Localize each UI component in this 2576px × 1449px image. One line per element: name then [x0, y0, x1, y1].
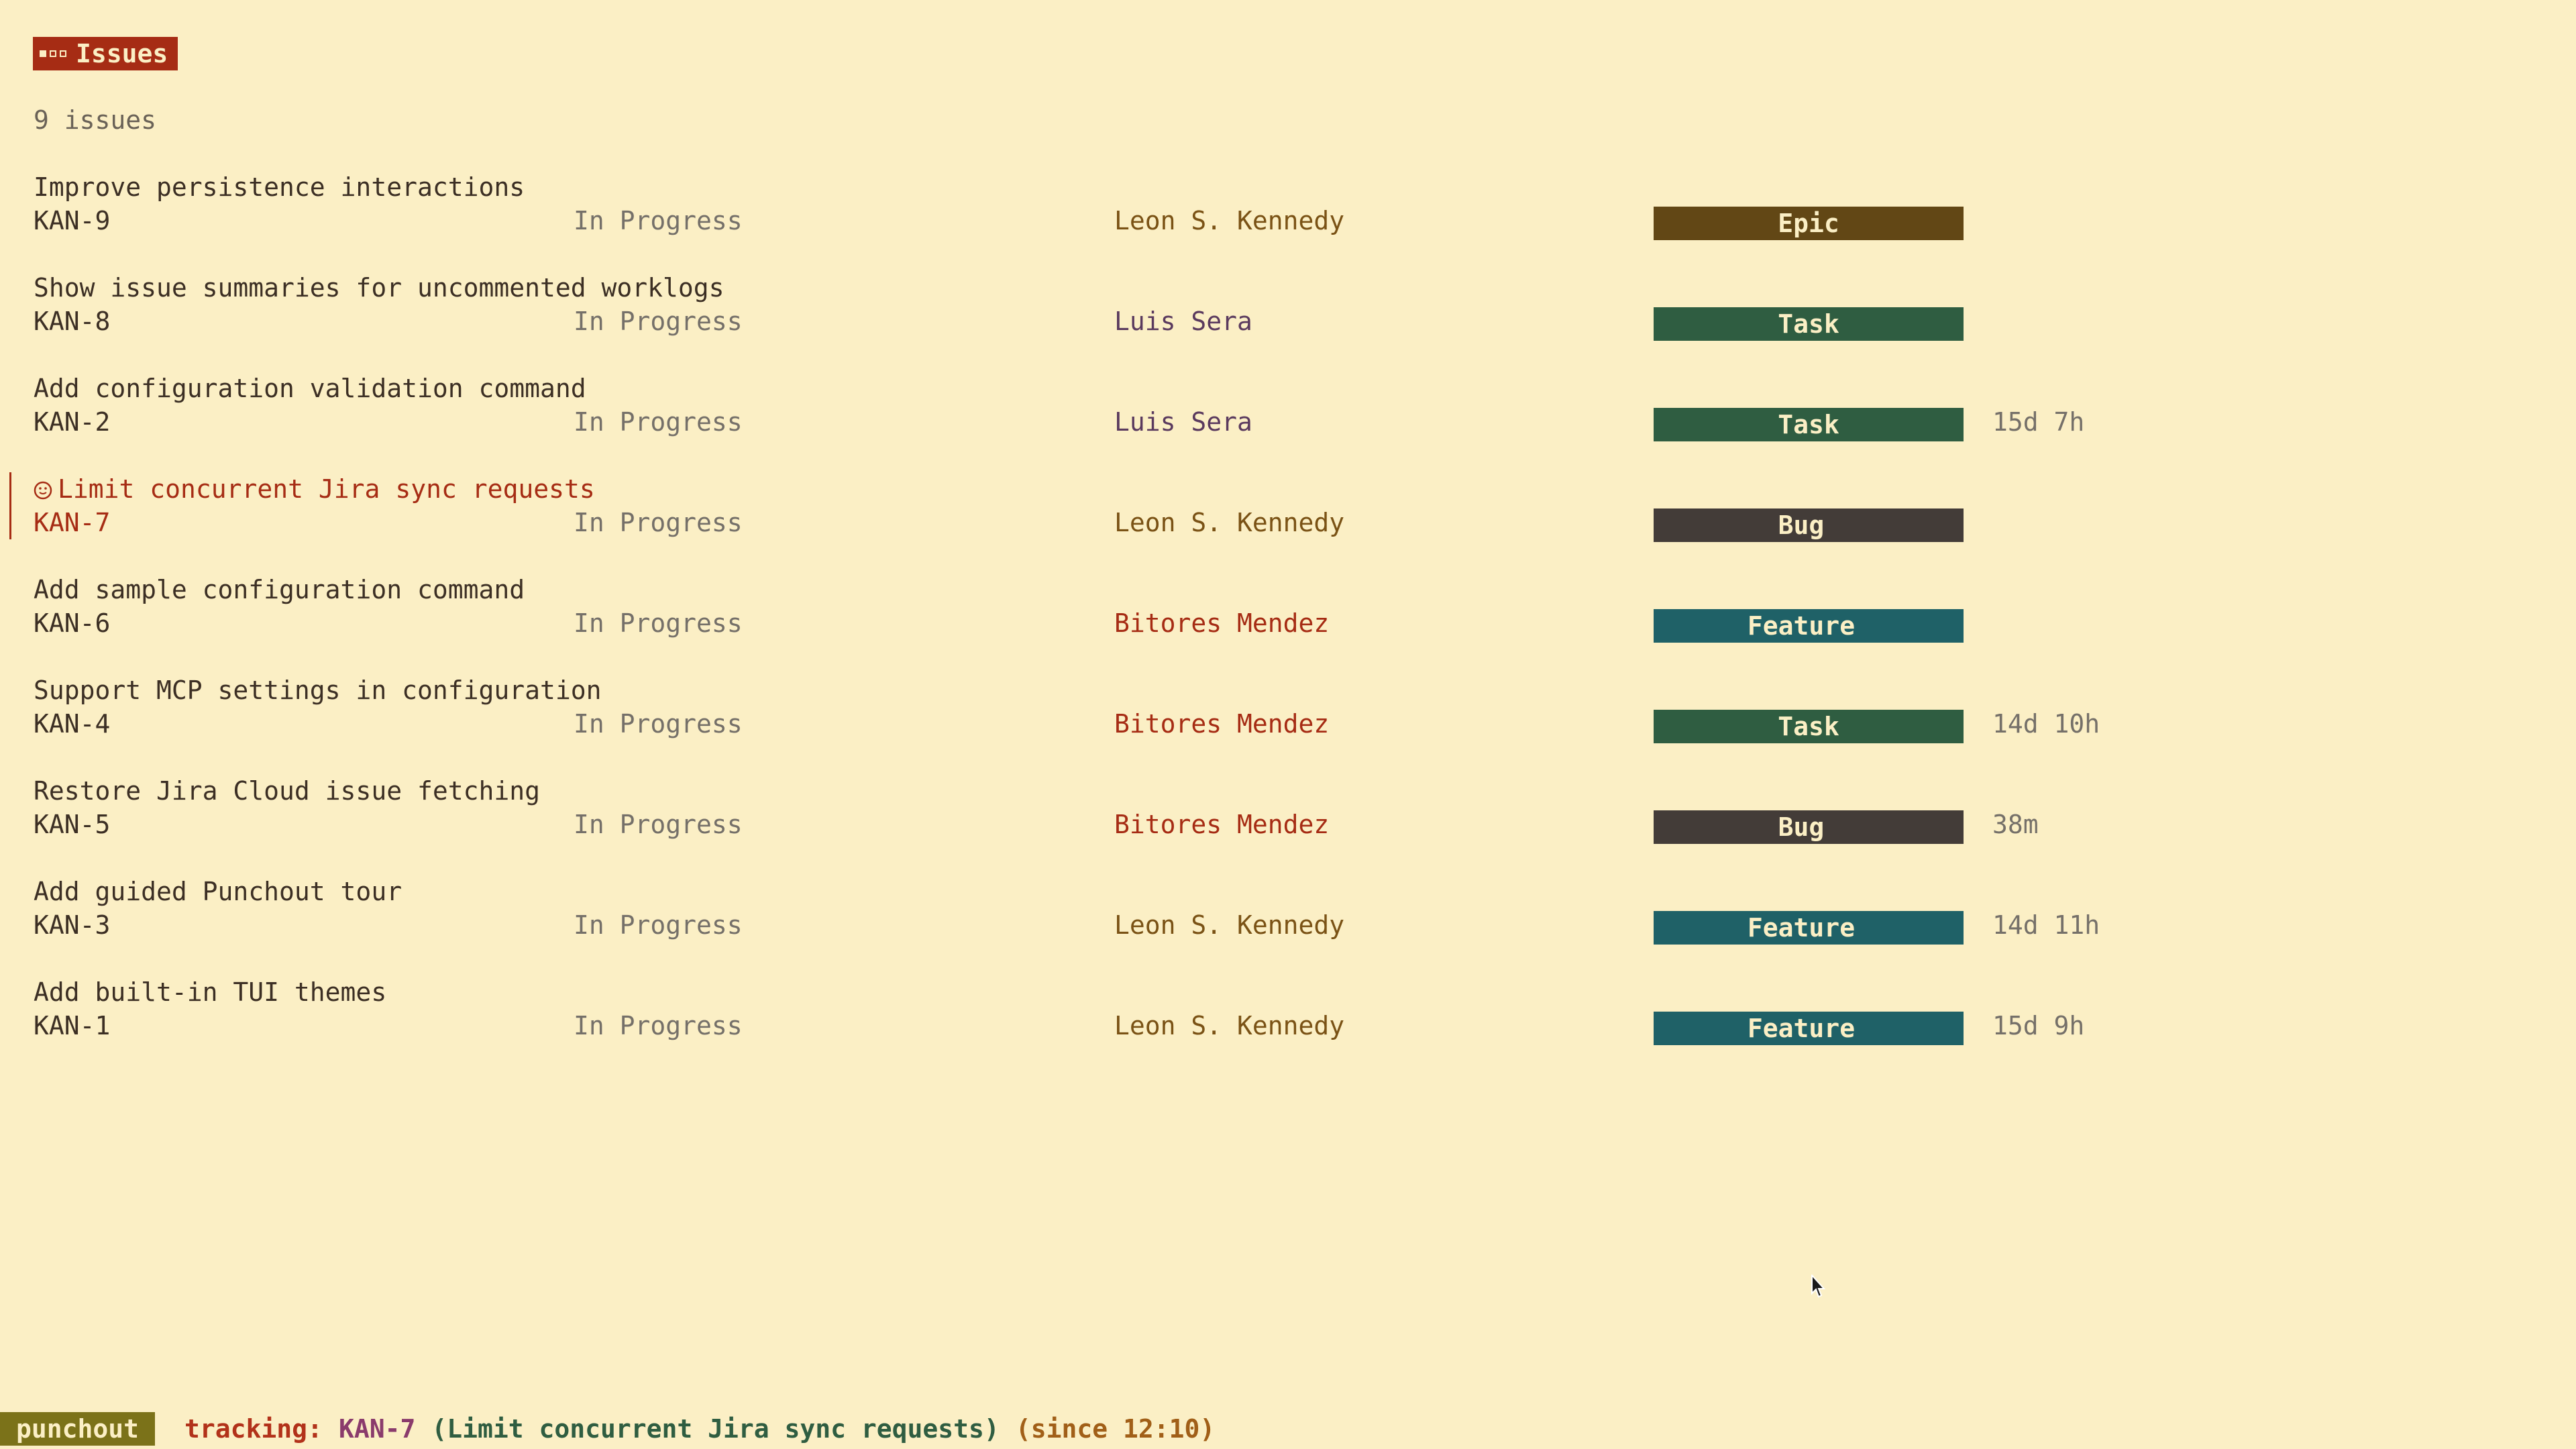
tracking-label: tracking: [184, 1414, 323, 1444]
issue-row[interactable]: Add sample configuration command KAN-6 I… [34, 573, 2247, 643]
issue-summary: Add sample configuration command [34, 575, 525, 604]
issue-summary: Add configuration validation command [34, 374, 586, 403]
issue-summary-line: Limit concurrent Jira sync requests [34, 472, 595, 506]
issue-key: KAN-4 [34, 709, 111, 739]
tracking-since: (since 12:10) [1015, 1414, 1216, 1444]
issue-summary: Add guided Punchout tour [34, 877, 402, 906]
issue-assignee: Luis Sera [1114, 307, 1252, 336]
issue-type-badge: Epic [1654, 207, 1964, 240]
list-view-icon [40, 50, 66, 57]
issue-status: In Progress [574, 810, 743, 839]
issue-status: In Progress [574, 508, 743, 537]
issue-summary: Improve persistence interactions [34, 172, 525, 202]
issue-summary: Limit concurrent Jira sync requests [58, 474, 595, 504]
issue-assignee: Bitores Mendez [1114, 608, 1330, 638]
page-title: Issues [76, 39, 168, 68]
issue-assignee: Leon S. Kennedy [1114, 1011, 1345, 1040]
issue-key: KAN-5 [34, 810, 111, 839]
issue-status: In Progress [574, 206, 743, 235]
issue-assignee: Leon S. Kennedy [1114, 206, 1345, 235]
issue-time-logged: 15d 9h [1992, 1011, 2085, 1040]
issue-status: In Progress [574, 1011, 743, 1040]
issue-type-badge: Task [1654, 408, 1964, 441]
issue-status: In Progress [574, 307, 743, 336]
issue-type-badge: Feature [1654, 911, 1964, 945]
issue-time-logged: 14d 11h [1992, 910, 2100, 940]
issue-type-badge: Bug [1654, 508, 1964, 542]
issue-assignee: Bitores Mendez [1114, 709, 1330, 739]
tracking-issue-summary: (Limit concurrent Jira sync requests) [431, 1414, 1000, 1444]
app-name-badge: punchout [0, 1412, 156, 1446]
issue-status: In Progress [574, 407, 743, 437]
issue-row[interactable]: Improve persistence interactions KAN-9 I… [34, 170, 2247, 240]
selection-indicator [9, 472, 11, 539]
status-bar: punchout tracking: KAN-7 (Limit concurre… [0, 1412, 2576, 1446]
issue-assignee: Leon S. Kennedy [1114, 910, 1345, 940]
issue-type-badge: Task [1654, 307, 1964, 341]
issue-key: KAN-2 [34, 407, 111, 437]
mouse-pointer-icon [1811, 1275, 1826, 1298]
issue-summary: Restore Jira Cloud issue fetching [34, 776, 540, 806]
issue-key: KAN-7 [34, 508, 111, 537]
issue-key: KAN-3 [34, 910, 111, 940]
issue-row[interactable]: Add configuration validation command KAN… [34, 372, 2247, 441]
tracking-issue-key: KAN-7 [338, 1414, 416, 1444]
issue-count: 9 issues [34, 105, 157, 135]
issue-row[interactable]: Restore Jira Cloud issue fetching KAN-5 … [34, 774, 2247, 844]
issue-row[interactable]: Show issue summaries for uncommented wor… [34, 271, 2247, 341]
issue-assignee: Luis Sera [1114, 407, 1252, 437]
issue-assignee: Leon S. Kennedy [1114, 508, 1345, 537]
tracking-icon [34, 481, 52, 500]
issue-type-badge: Bug [1654, 810, 1964, 844]
issue-key: KAN-8 [34, 307, 111, 336]
issue-key: KAN-1 [34, 1011, 111, 1040]
issue-type-badge: Feature [1654, 1012, 1964, 1045]
issue-time-logged: 14d 10h [1992, 709, 2100, 739]
issue-status: In Progress [574, 910, 743, 940]
issue-row[interactable]: Add guided Punchout tour KAN-3 In Progre… [34, 875, 2247, 945]
issue-time-logged: 38m [1992, 810, 2039, 839]
issue-summary: Show issue summaries for uncommented wor… [34, 273, 724, 303]
issues-title-tab: Issues [33, 37, 178, 70]
issue-type-badge: Feature [1654, 609, 1964, 643]
issue-status: In Progress [574, 709, 743, 739]
issue-time-logged: 15d 7h [1992, 407, 2085, 437]
issue-key: KAN-6 [34, 608, 111, 638]
issue-row[interactable]: Support MCP settings in configuration KA… [34, 674, 2247, 743]
issue-type-badge: Task [1654, 710, 1964, 743]
issue-row-selected[interactable]: Limit concurrent Jira sync requests KAN-… [9, 472, 2247, 542]
issue-summary: Add built-in TUI themes [34, 977, 387, 1007]
issue-key: KAN-9 [34, 206, 111, 235]
issue-row[interactable]: Add built-in TUI themes KAN-1 In Progres… [34, 975, 2247, 1045]
issue-summary: Support MCP settings in configuration [34, 676, 602, 705]
issue-assignee: Bitores Mendez [1114, 810, 1330, 839]
issue-status: In Progress [574, 608, 743, 638]
